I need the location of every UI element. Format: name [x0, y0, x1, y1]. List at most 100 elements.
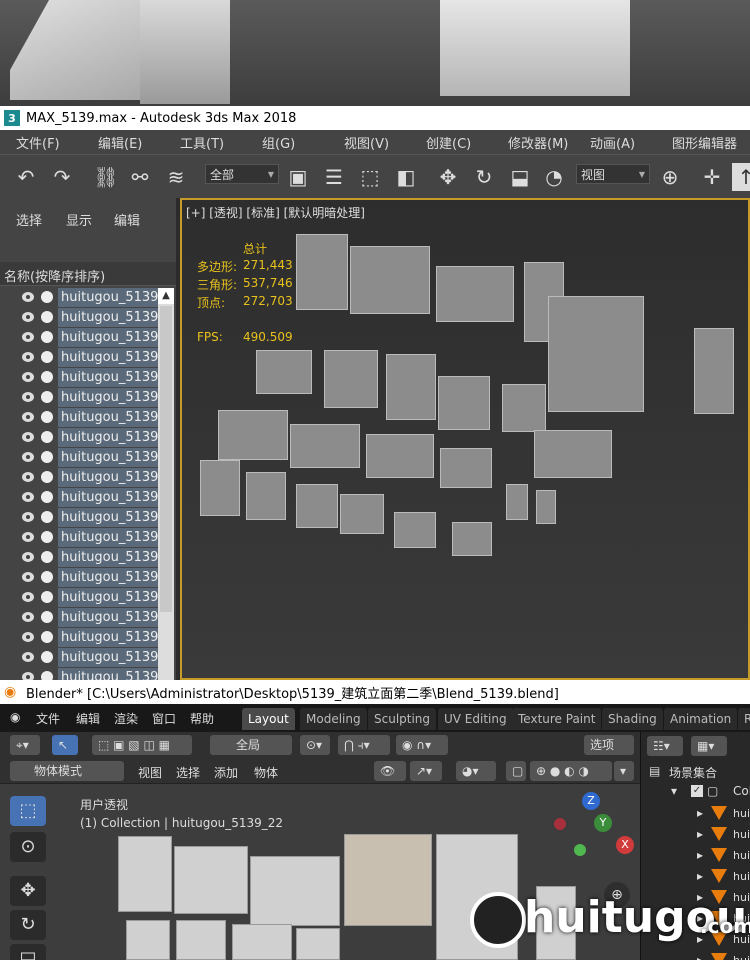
model-arch-door-stairs[interactable]: [296, 234, 348, 310]
freeze-dot-icon[interactable]: [41, 451, 53, 463]
scene-row-name[interactable]: huitugou_5139: [58, 588, 158, 607]
model-small-facade-a[interactable]: [256, 350, 312, 394]
outliner-row-name[interactable]: huit: [733, 828, 750, 841]
shading-mode-icons[interactable]: ⊕ ● ◐ ◑: [530, 761, 612, 781]
model-portico-facade[interactable]: [548, 296, 644, 412]
scene-row-name[interactable]: huitugou_5139: [58, 548, 158, 567]
scene-row-name[interactable]: huitugou_5139: [58, 368, 158, 387]
gizmo-neg-y-icon[interactable]: [574, 844, 586, 856]
scene-row-name[interactable]: huitugou_5139: [58, 388, 158, 407]
select-manipulate-icon[interactable]: ✛: [698, 163, 726, 191]
scene-row[interactable]: huitugou_5139: [0, 308, 160, 328]
model-arch-gate[interactable]: [438, 376, 490, 430]
menu-create[interactable]: 创建(C): [410, 133, 492, 152]
menu-view[interactable]: 视图(V): [328, 133, 410, 152]
menu-tools[interactable]: 工具(T): [164, 133, 246, 152]
tab-layout[interactable]: Layout: [242, 708, 295, 730]
scene-row-name[interactable]: huitugou_5139: [58, 328, 158, 347]
outliner-filter-icon[interactable]: ▦▾: [691, 736, 727, 756]
scene-row-name[interactable]: huitugou_5139: [58, 468, 158, 487]
scene-row-name[interactable]: huitugou_5139: [58, 288, 158, 307]
menu-file[interactable]: 文件(F): [0, 133, 82, 152]
tab-edit[interactable]: 编辑: [114, 210, 140, 229]
gizmo-y-axis-icon[interactable]: Y: [594, 814, 612, 832]
model-stair-tower[interactable]: [694, 328, 734, 414]
visibility-eye-icon[interactable]: [22, 512, 34, 522]
proportional-edit-icon[interactable]: ◉ ∩▾: [396, 735, 448, 755]
menu-animation[interactable]: 动画(A): [574, 133, 656, 152]
rotate-icon[interactable]: ↻: [470, 163, 498, 191]
freeze-dot-icon[interactable]: [41, 471, 53, 483]
tool-move-icon[interactable]: ✥: [10, 876, 46, 906]
visibility-eye-icon[interactable]: [22, 532, 34, 542]
visibility-eye-icon[interactable]: [22, 612, 34, 622]
scene-row[interactable]: huitugou_5139: [0, 348, 160, 368]
keyboard-shortcut-icon[interactable]: ↑: [732, 163, 750, 191]
unlink-icon[interactable]: ⚯: [126, 163, 154, 191]
freeze-dot-icon[interactable]: [41, 491, 53, 503]
outliner-row[interactable]: ▸ huit: [641, 867, 750, 887]
freeze-dot-icon[interactable]: [41, 531, 53, 543]
visibility-eye-icon[interactable]: [22, 472, 34, 482]
outliner-row[interactable]: ▸ huit: [641, 846, 750, 866]
menu-graph-editors[interactable]: 图形编辑器: [656, 133, 738, 152]
scene-row-name[interactable]: huitugou_5139: [58, 408, 158, 427]
freeze-dot-icon[interactable]: [41, 611, 53, 623]
tab-shading[interactable]: Shading: [602, 708, 663, 730]
model-storefront-a[interactable]: [218, 410, 288, 460]
scene-row[interactable]: huitugou_5139: [0, 608, 160, 628]
freeze-dot-icon[interactable]: [41, 311, 53, 323]
undo-icon[interactable]: ↶: [12, 163, 40, 191]
move-icon[interactable]: ✥: [434, 163, 462, 191]
shading-options-icon[interactable]: ▾: [614, 761, 634, 781]
overlay-icon[interactable]: ◕▾: [456, 761, 496, 781]
freeze-dot-icon[interactable]: [41, 511, 53, 523]
tab-texture-paint[interactable]: Texture Paint: [512, 708, 602, 730]
scene-row[interactable]: huitugou_5139: [0, 388, 160, 408]
visibility-eye-icon[interactable]: [22, 492, 34, 502]
bl-model-arch[interactable]: [296, 928, 340, 960]
interaction-mode-dropdown[interactable]: 物体模式: [10, 761, 124, 781]
tool-scale-icon[interactable]: ⬓: [10, 944, 46, 960]
tab-uv-editing[interactable]: UV Editing: [438, 708, 513, 730]
menu-group[interactable]: 组(G): [246, 133, 328, 152]
freeze-dot-icon[interactable]: [41, 391, 53, 403]
bl-model-small-facade[interactable]: [176, 920, 226, 960]
scroll-up-icon[interactable]: ▲: [158, 288, 174, 304]
scale-icon[interactable]: ⬓: [506, 163, 534, 191]
scene-row[interactable]: huitugou_5139: [0, 508, 160, 528]
model-doorway[interactable]: [340, 494, 384, 534]
window-crossing-icon[interactable]: ◧: [392, 163, 420, 191]
outliner-row[interactable]: ▸ huit: [641, 804, 750, 824]
blender-logo-menu-icon[interactable]: ◉: [10, 710, 20, 724]
gizmo-icon[interactable]: ↗▾: [410, 761, 442, 781]
bl-select-menu[interactable]: 选择: [176, 764, 200, 781]
scene-row[interactable]: huitugou_5139: [0, 648, 160, 668]
visibility-eye-icon[interactable]: [22, 312, 34, 322]
visibility-eye-icon[interactable]: [22, 572, 34, 582]
scene-row[interactable]: huitugou_5139: [0, 468, 160, 488]
bind-spacewarp-icon[interactable]: ≋: [162, 163, 190, 191]
visibility-eye-icon[interactable]: [22, 452, 34, 462]
model-garage-facade[interactable]: [350, 246, 430, 314]
bl-model-garage[interactable]: [174, 846, 248, 914]
model-door-frame[interactable]: [440, 448, 492, 488]
model-small-window-a[interactable]: [506, 484, 528, 520]
visibility-eye-icon[interactable]: [22, 292, 34, 302]
tool-cursor-icon[interactable]: ⊙: [10, 832, 46, 862]
outliner-row-name[interactable]: huit: [733, 807, 750, 820]
bl-model-storefront[interactable]: [232, 924, 292, 960]
scroll-thumb[interactable]: [160, 306, 172, 612]
freeze-dot-icon[interactable]: [41, 571, 53, 583]
reference-coord-dropdown[interactable]: 视图: [576, 164, 650, 185]
tab-animation[interactable]: Animation: [664, 708, 738, 730]
navigation-gizmo[interactable]: Z X Y: [554, 792, 636, 856]
bl-menu-window[interactable]: 窗口: [152, 710, 176, 727]
scene-column-header[interactable]: 名称(按降序排序): [0, 262, 176, 286]
tab-display[interactable]: 显示: [66, 210, 92, 229]
transform-orientation-dropdown[interactable]: 全局: [210, 735, 292, 755]
visibility-eye-icon[interactable]: [22, 432, 34, 442]
scene-row[interactable]: huitugou_5139: [0, 408, 160, 428]
scene-row[interactable]: huitugou_5139: [0, 368, 160, 388]
scene-row[interactable]: huitugou_5139: [0, 588, 160, 608]
